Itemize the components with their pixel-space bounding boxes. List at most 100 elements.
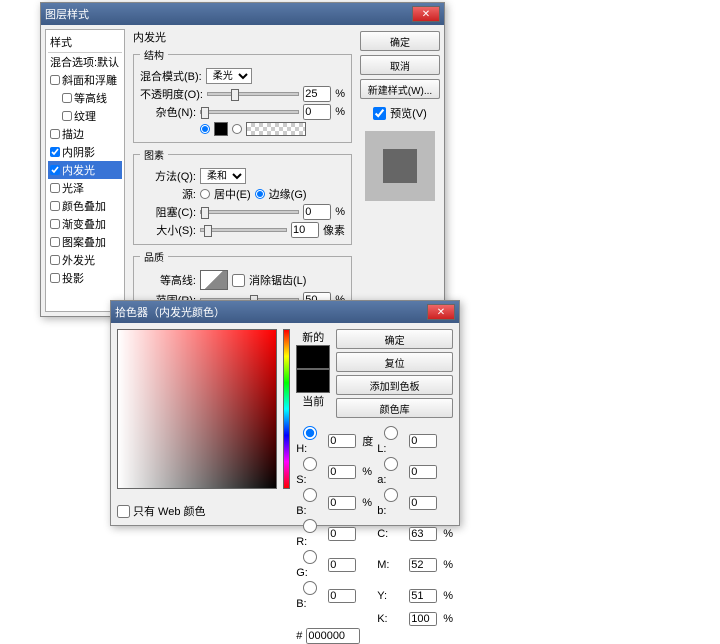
style-checkbox[interactable] bbox=[50, 273, 60, 283]
bri-input[interactable] bbox=[328, 496, 356, 510]
style-label: 内发光 bbox=[62, 162, 95, 178]
lab-b-input[interactable] bbox=[409, 496, 437, 510]
size-slider[interactable] bbox=[200, 228, 287, 232]
add-swatch-button[interactable]: 添加到色板 bbox=[336, 375, 453, 395]
noise-input[interactable] bbox=[303, 104, 331, 120]
h-input[interactable] bbox=[328, 434, 356, 448]
color-field[interactable] bbox=[117, 329, 277, 489]
choke-input[interactable] bbox=[303, 204, 331, 220]
style-row-0[interactable]: 斜面和浮雕 bbox=[48, 71, 122, 89]
ok-button[interactable]: 确定 bbox=[360, 31, 440, 51]
source-edge-radio[interactable] bbox=[255, 189, 265, 199]
style-row-7[interactable]: 颜色叠加 bbox=[48, 197, 122, 215]
a-radio[interactable] bbox=[377, 457, 405, 471]
a-input[interactable] bbox=[409, 465, 437, 479]
bch-radio[interactable] bbox=[296, 581, 324, 595]
style-label: 投影 bbox=[62, 270, 84, 286]
style-label: 等高线 bbox=[74, 90, 107, 106]
style-label: 斜面和浮雕 bbox=[62, 72, 117, 88]
size-input[interactable] bbox=[291, 222, 319, 238]
glow-gradient-swatch[interactable] bbox=[246, 122, 306, 136]
style-checkbox[interactable] bbox=[50, 219, 60, 229]
titlebar[interactable]: 图层样式 ✕ bbox=[41, 3, 444, 25]
close-icon[interactable]: ✕ bbox=[427, 304, 455, 320]
right-panel: 确定 取消 新建样式(W)... 预览(V) bbox=[356, 25, 444, 316]
method-label: 方法(Q): bbox=[140, 168, 196, 184]
style-label: 描边 bbox=[62, 126, 84, 142]
dialog-title: 图层样式 bbox=[45, 6, 410, 22]
web-only-row: 只有 Web 颜色 bbox=[117, 503, 206, 519]
opacity-label: 不透明度(O): bbox=[140, 86, 203, 102]
preview-box bbox=[365, 131, 435, 201]
opacity-input[interactable] bbox=[303, 86, 331, 102]
method-select[interactable]: 柔和 bbox=[200, 168, 246, 184]
picker-titlebar[interactable]: 拾色器（内发光颜色） ✕ bbox=[111, 301, 459, 323]
h-radio[interactable] bbox=[296, 426, 324, 440]
y-input[interactable] bbox=[409, 589, 437, 603]
group-structure: 结构 混合模式(B): 柔光 不透明度(O): % 杂色(N): % bbox=[133, 47, 352, 143]
style-row-2[interactable]: 纹理 bbox=[48, 107, 122, 125]
b-radio[interactable] bbox=[296, 488, 324, 502]
r-radio[interactable] bbox=[296, 519, 324, 533]
style-checkbox[interactable] bbox=[50, 129, 60, 139]
style-row-6[interactable]: 光泽 bbox=[48, 179, 122, 197]
group-elements: 图素 方法(Q): 柔和 源: 居中(E) 边缘(G) 阻塞(C): % bbox=[133, 147, 352, 245]
s-input[interactable] bbox=[328, 465, 356, 479]
contour-picker[interactable] bbox=[200, 270, 228, 290]
source-label: 源: bbox=[140, 186, 196, 202]
style-checkbox[interactable] bbox=[50, 165, 60, 175]
lab-b-radio[interactable] bbox=[377, 488, 405, 502]
style-checkbox[interactable] bbox=[50, 183, 60, 193]
l-input[interactable] bbox=[409, 434, 437, 448]
style-row-3[interactable]: 描边 bbox=[48, 125, 122, 143]
blend-mode-select[interactable]: 柔光 bbox=[206, 68, 252, 84]
preview-checkbox[interactable] bbox=[373, 107, 386, 120]
web-only-checkbox[interactable] bbox=[117, 505, 130, 518]
bch-input[interactable] bbox=[328, 589, 356, 603]
choke-label: 阻塞(C): bbox=[140, 204, 196, 220]
new-style-button[interactable]: 新建样式(W)... bbox=[360, 79, 440, 99]
glow-color-swatch[interactable] bbox=[214, 122, 228, 136]
antialias-checkbox[interactable] bbox=[232, 274, 245, 287]
l-radio[interactable] bbox=[377, 426, 405, 440]
style-label: 图案叠加 bbox=[62, 234, 106, 250]
source-center-radio[interactable] bbox=[200, 189, 210, 199]
style-checkbox[interactable] bbox=[62, 93, 72, 103]
color-gradient-radio[interactable] bbox=[232, 124, 242, 134]
color-lib-button[interactable]: 颜色库 bbox=[336, 398, 453, 418]
hex-input[interactable] bbox=[306, 628, 360, 644]
style-row-8[interactable]: 渐变叠加 bbox=[48, 215, 122, 233]
style-row-1[interactable]: 等高线 bbox=[48, 89, 122, 107]
style-checkbox[interactable] bbox=[62, 111, 72, 121]
style-row-9[interactable]: 图案叠加 bbox=[48, 233, 122, 251]
style-row-5[interactable]: 内发光 bbox=[48, 161, 122, 179]
styles-header: 样式 bbox=[48, 32, 122, 53]
m-input[interactable] bbox=[409, 558, 437, 572]
g-radio[interactable] bbox=[296, 550, 324, 564]
choke-slider[interactable] bbox=[200, 210, 299, 214]
k-input[interactable] bbox=[409, 612, 437, 626]
picker-ok-button[interactable]: 确定 bbox=[336, 329, 453, 349]
style-checkbox[interactable] bbox=[50, 255, 60, 265]
style-checkbox[interactable] bbox=[50, 201, 60, 211]
close-icon[interactable]: ✕ bbox=[412, 6, 440, 22]
r-input[interactable] bbox=[328, 527, 356, 541]
cancel-button[interactable]: 取消 bbox=[360, 55, 440, 75]
style-row-11[interactable]: 投影 bbox=[48, 269, 122, 287]
current-color-swatch bbox=[296, 369, 330, 393]
color-solid-radio[interactable] bbox=[200, 124, 210, 134]
opacity-slider[interactable] bbox=[207, 92, 299, 96]
style-row-10[interactable]: 外发光 bbox=[48, 251, 122, 269]
picker-title: 拾色器（内发光颜色） bbox=[115, 304, 425, 320]
style-checkbox[interactable] bbox=[50, 147, 60, 157]
hue-slider[interactable] bbox=[283, 329, 290, 489]
style-checkbox[interactable] bbox=[50, 75, 60, 85]
style-checkbox[interactable] bbox=[50, 237, 60, 247]
c-input[interactable] bbox=[409, 527, 437, 541]
style-row-4[interactable]: 内阴影 bbox=[48, 143, 122, 161]
noise-slider[interactable] bbox=[200, 110, 299, 114]
picker-reset-button[interactable]: 复位 bbox=[336, 352, 453, 372]
g-input[interactable] bbox=[328, 558, 356, 572]
s-radio[interactable] bbox=[296, 457, 324, 471]
blend-default-row[interactable]: 混合选项:默认 bbox=[48, 53, 122, 71]
